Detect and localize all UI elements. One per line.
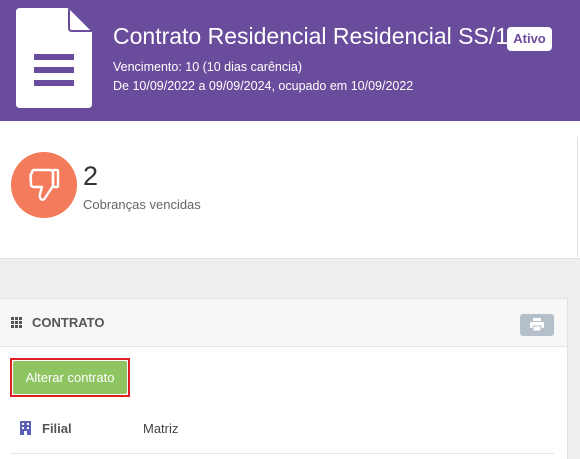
document-icon [16,8,92,108]
print-icon [530,318,544,331]
stats-divider [577,137,578,257]
contract-panel-header: CONTRATO [0,299,567,347]
field-label: Filial [42,421,72,436]
field-row-filial: Filial Matriz [10,412,554,454]
due-date-info: Vencimento: 10 (10 dias carência) [113,60,302,74]
building-icon [20,421,31,435]
contract-panel-title: CONTRATO [32,315,105,330]
contract-period-info: De 10/09/2022 a 09/09/2024, ocupado em 1… [113,79,414,93]
alter-contract-button[interactable]: Alterar contrato [13,361,127,394]
thumbs-down-icon [29,168,60,201]
stats-area: 2 Cobranças vencidas [0,121,580,259]
contract-header: Contrato Residencial Residencial SS/1 At… [0,0,580,121]
overdue-count: 2 [83,161,99,191]
field-value: Matriz [143,421,179,436]
overdue-stat-icon-circle [11,152,77,218]
contract-panel: CONTRATO Alterar contrato Filial Matriz [0,298,568,459]
grid-icon [11,317,22,328]
status-badge: Ativo [507,27,552,51]
print-button[interactable] [520,314,554,336]
overdue-label: Cobranças vencidas [83,197,201,212]
page-title: Contrato Residencial Residencial SS/1 [113,23,509,49]
